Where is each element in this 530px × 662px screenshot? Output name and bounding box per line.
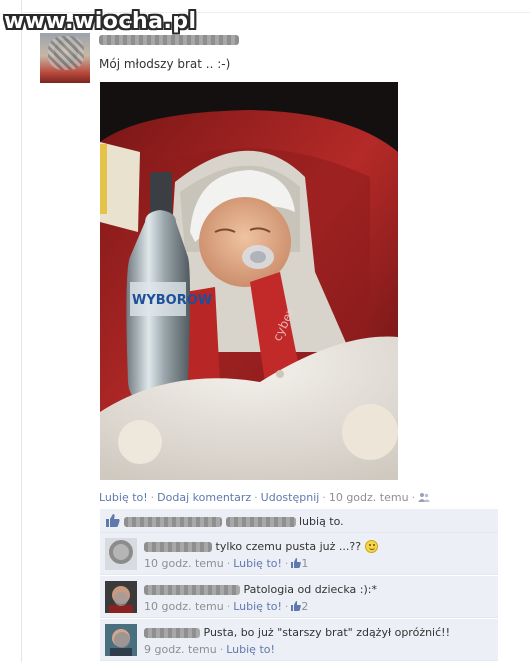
post-timestamp[interactable]: 10 godz. temu [329, 491, 409, 504]
commenter-avatar[interactable] [105, 624, 137, 656]
commenter-name-redacted[interactable] [144, 542, 212, 552]
liker-name-redacted[interactable] [225, 517, 296, 527]
share-link[interactable]: Udostępnij [261, 491, 320, 504]
author-name-redacted[interactable] [99, 33, 239, 47]
comment-text: tylko czemu pusta już ...?? [215, 540, 362, 553]
thumbs-up-icon [291, 601, 302, 611]
smiley-icon [364, 540, 378, 553]
commenter-name-redacted[interactable] [144, 585, 240, 595]
comment-like-link[interactable]: Lubię to! [233, 600, 282, 613]
add-comment-link[interactable]: Dodaj komentarz [157, 491, 251, 504]
comment-like-count[interactable]: 2 [301, 600, 308, 613]
comment-timestamp[interactable]: 10 godz. temu [144, 557, 224, 570]
comment-like-count[interactable]: 1 [301, 557, 308, 570]
comment-item: tylko czemu pusta już ...?? 10 godz. tem… [100, 533, 498, 575]
comment-text: Pusta, bo już "starszy brat" zdążył opró… [203, 626, 451, 639]
comment-item: Pusta, bo już "starszy brat" zdążył opró… [100, 619, 498, 661]
thumbs-up-icon [106, 514, 120, 527]
post-text: Mój młodszy brat .. :-) [99, 57, 231, 71]
commenter-avatar[interactable] [105, 581, 137, 613]
comment-timestamp[interactable]: 9 godz. temu [144, 643, 217, 656]
likes-label: lubią to. [299, 515, 344, 528]
likes-summary: lubią to. [100, 509, 498, 533]
avatar-blur-overlay [48, 36, 84, 70]
comment-timestamp[interactable]: 10 godz. temu [144, 600, 224, 613]
comment-item: Patologia od dziecka :):* 10 godz. temu ·… [100, 576, 498, 618]
commenter-name-redacted[interactable] [144, 628, 200, 638]
comment-like-link[interactable]: Lubię to! [233, 557, 282, 570]
commenter-avatar[interactable] [105, 538, 137, 570]
thumbs-up-icon [291, 558, 302, 568]
people-icon[interactable] [418, 492, 431, 502]
site-watermark: www.wiocha.pl [4, 9, 197, 34]
feed-left-border [21, 0, 22, 662]
post-actions-bar: Lubię to! · Dodaj komentarz · Udostępnij · 10 … [99, 491, 431, 504]
svg-text:WYBOROW: WYBOROW [132, 293, 212, 308]
comment-text: Patologia od dziecka :):* [243, 583, 377, 596]
post-photo-image: cybex WYBOROW [100, 82, 398, 480]
like-link[interactable]: Lubię to! [99, 491, 148, 504]
author-avatar[interactable] [40, 33, 90, 83]
comment-like-link[interactable]: Lubię to! [226, 643, 275, 656]
post-photo[interactable]: cybex WYBOROW [100, 82, 398, 480]
liker-name-redacted[interactable] [124, 517, 222, 527]
